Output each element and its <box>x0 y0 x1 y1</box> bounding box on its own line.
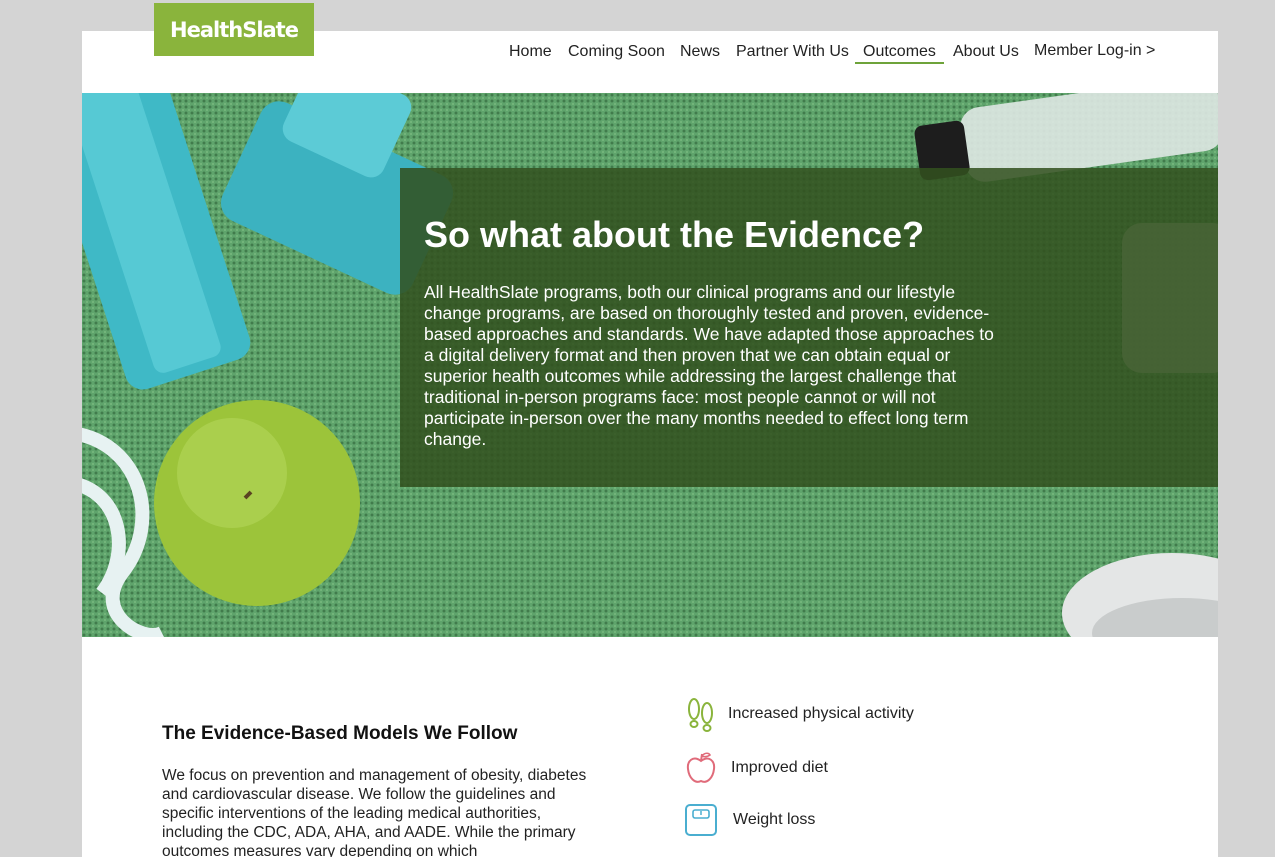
outcome-weight-loss: Weight loss <box>684 803 815 837</box>
scale-icon <box>684 803 718 837</box>
outcome-physical-activity: Increased physical activity <box>684 697 914 732</box>
apple-icon <box>684 751 718 785</box>
sneaker-image <box>1062 553 1218 637</box>
hero-banner: So what about the Evidence? All HealthSl… <box>82 93 1218 637</box>
hero-title: So what about the Evidence? <box>424 214 925 255</box>
models-body: We focus on prevention and management of… <box>162 767 587 857</box>
nav-home[interactable]: Home <box>509 43 552 61</box>
outcome-label: Weight loss <box>733 811 816 828</box>
outcome-label: Increased physical activity <box>728 705 914 722</box>
footsteps-icon <box>684 697 718 732</box>
hero-body: All HealthSlate programs, both our clini… <box>424 282 994 449</box>
outcome-label: Improved diet <box>731 759 828 776</box>
outcome-improved-diet: Improved diet <box>684 751 828 785</box>
nav-partner-with-us[interactable]: Partner With Us <box>736 43 849 61</box>
nav-coming-soon[interactable]: Coming Soon <box>568 43 665 61</box>
nav-member-login[interactable]: Member Log-in > <box>1034 42 1155 60</box>
healthslate-logo[interactable]: HealthSlate <box>154 3 314 56</box>
nav-about-us[interactable]: About Us <box>953 43 1019 61</box>
models-heading: The Evidence-Based Models We Follow <box>162 723 518 744</box>
nav-outcomes[interactable]: Outcomes <box>855 43 944 64</box>
evidence-panel: So what about the Evidence? All HealthSl… <box>400 168 1218 487</box>
nav-news[interactable]: News <box>680 43 720 61</box>
apple-image <box>154 400 360 606</box>
logo-text: HealthSlate <box>170 17 299 42</box>
measuring-tape-image <box>82 428 164 637</box>
